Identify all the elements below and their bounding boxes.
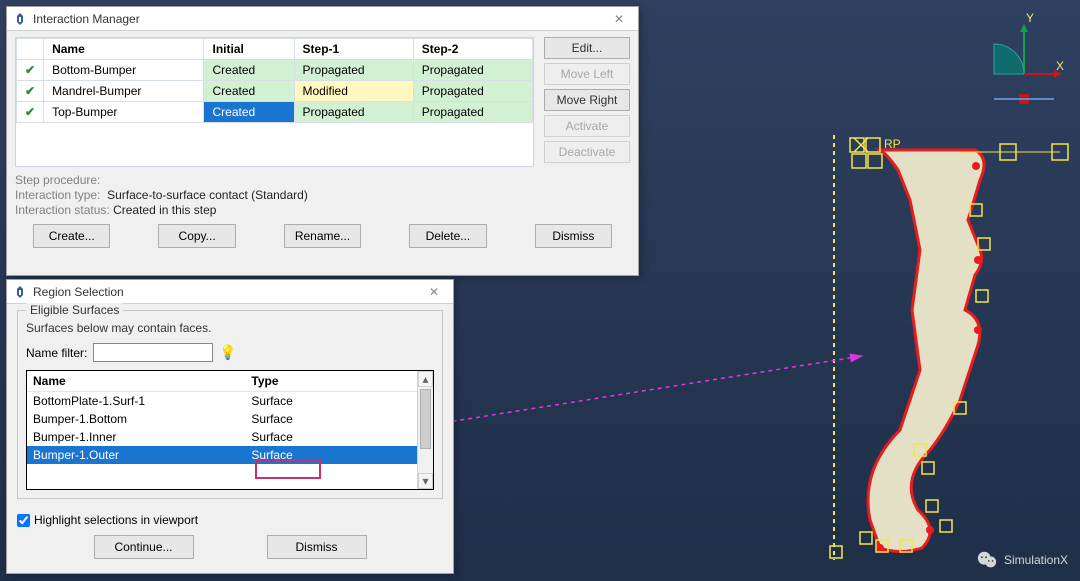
col-step1[interactable]: Step-1 — [294, 39, 413, 60]
abaqus-icon — [13, 12, 27, 26]
group-note: Surfaces below may contain faces. — [26, 321, 434, 335]
svg-text:Y: Y — [1026, 12, 1034, 25]
copy-button[interactable]: Copy... — [158, 224, 235, 248]
check-icon: ✔ — [25, 105, 35, 119]
filter-label: Name filter: — [26, 346, 87, 360]
interaction-meta: Step procedure: Interaction type: Surfac… — [15, 173, 630, 217]
move-right-button[interactable]: Move Right — [544, 89, 630, 111]
watermark: SimulationX — [976, 549, 1068, 571]
list-item-selected[interactable]: Bumper-1.Outer Surface — [27, 446, 417, 464]
name-filter-input[interactable] — [93, 343, 213, 362]
scroll-down-icon[interactable]: ▾ — [418, 473, 433, 489]
delete-button[interactable]: Delete... — [409, 224, 486, 248]
edit-button[interactable]: Edit... — [544, 37, 630, 59]
region-selection-titlebar[interactable]: Region Selection ✕ — [7, 280, 453, 304]
rename-button[interactable]: Rename... — [284, 224, 361, 248]
wechat-icon — [976, 549, 998, 571]
close-button[interactable]: ✕ — [606, 12, 632, 26]
col-name[interactable]: Name — [44, 39, 204, 60]
group-legend: Eligible Surfaces — [26, 303, 123, 317]
table-row[interactable]: ✔ Mandrel-Bumper Created Modified Propag… — [17, 81, 533, 102]
list-item[interactable]: Bumper-1.Inner Surface — [27, 428, 417, 446]
create-button[interactable]: Create... — [33, 224, 110, 248]
list-scrollbar[interactable]: ▴ ▾ — [417, 371, 433, 489]
check-icon: ✔ — [25, 84, 35, 98]
dialog-title: Region Selection — [33, 285, 421, 299]
col-name[interactable]: Name — [27, 371, 245, 391]
interaction-grid[interactable]: Name Initial Step-1 Step-2 ✔ Bottom-Bump… — [15, 37, 534, 167]
coordinate-triad: Y X — [986, 12, 1066, 112]
activate-button: Activate — [544, 115, 630, 137]
scroll-up-icon[interactable]: ▴ — [418, 371, 433, 387]
surface-list[interactable]: Name Type BottomPlate-1.Surf-1 Surface B… — [26, 370, 434, 490]
close-button[interactable]: ✕ — [421, 285, 447, 299]
check-icon: ✔ — [25, 63, 35, 77]
interaction-manager-titlebar[interactable]: Interaction Manager ✕ — [7, 7, 638, 31]
abaqus-icon — [13, 285, 27, 299]
eligible-surfaces-group: Eligible Surfaces Surfaces below may con… — [17, 310, 443, 499]
col-step2[interactable]: Step-2 — [413, 39, 532, 60]
dismiss-button[interactable]: Dismiss — [535, 224, 612, 248]
svg-text:X: X — [1056, 59, 1064, 73]
col-initial[interactable]: Initial — [204, 39, 294, 60]
region-selection-dialog: Region Selection ✕ Eligible Surfaces Sur… — [6, 279, 454, 574]
interaction-manager-dialog: Interaction Manager ✕ Name Initial Step-… — [6, 6, 639, 276]
table-row[interactable]: ✔ Top-Bumper Created Propagated Propagat… — [17, 102, 533, 123]
table-row[interactable]: ✔ Bottom-Bumper Created Propagated Propa… — [17, 60, 533, 81]
list-item[interactable]: BottomPlate-1.Surf-1 Surface — [27, 392, 417, 410]
dialog-title: Interaction Manager — [33, 12, 606, 26]
tip-icon[interactable]: 💡 — [219, 344, 236, 361]
highlight-label: Highlight selections in viewport — [34, 513, 198, 527]
col-check — [17, 39, 44, 60]
rp-label: RP — [884, 137, 901, 151]
list-item[interactable]: Bumper-1.Bottom Surface — [27, 410, 417, 428]
scroll-thumb[interactable] — [420, 389, 431, 449]
move-left-button: Move Left — [544, 63, 630, 85]
continue-button[interactable]: Continue... — [94, 535, 194, 559]
col-type[interactable]: Type — [245, 371, 417, 391]
highlight-checkbox[interactable] — [17, 514, 30, 527]
dismiss-button[interactable]: Dismiss — [267, 535, 367, 559]
deactivate-button: Deactivate — [544, 141, 630, 163]
